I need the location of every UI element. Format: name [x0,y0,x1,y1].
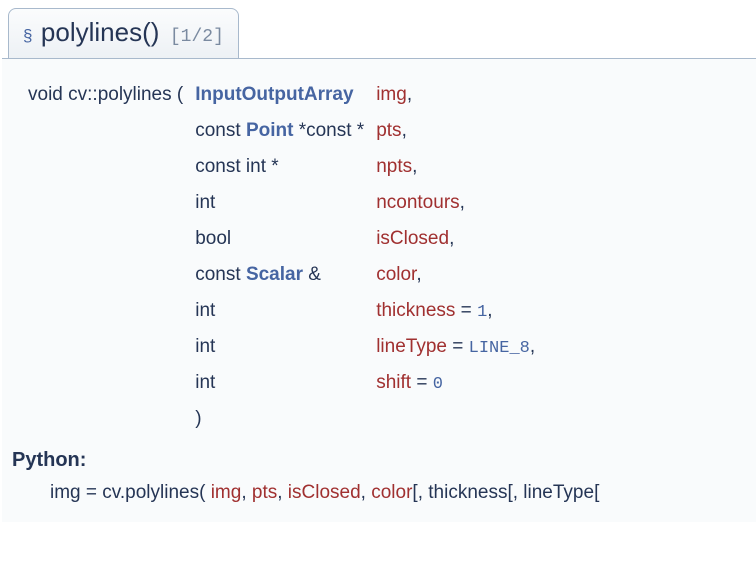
param-name-6: thickness = 1, [370,293,541,329]
param-type-5: const Scalar & [189,257,370,293]
param-type-6: int [189,293,370,329]
param-name-8: shift = 0 [370,365,541,401]
param-name-0: img, [370,77,541,113]
param-type-0: InputOutputArray [189,77,370,113]
overload-indicator: [1/2] [170,27,224,47]
return-and-name: void cv::polylines ( [22,77,189,113]
python-signature: img = cv.polylines( img, pts, isClosed, … [50,482,736,504]
param-type-3: int [189,185,370,221]
signature-panel: void cv::polylines ( InputOutputArray im… [2,58,756,522]
param-type-8: int [189,365,370,401]
param-type-1: const Point *const * [189,113,370,149]
param-name-1: pts, [370,113,541,149]
type-link-point[interactable]: Point [246,120,294,141]
function-name: polylines() [41,17,160,47]
function-tab: § polylines() [1/2] [8,8,239,59]
param-type-2: const int * [189,149,370,185]
param-name-3: ncontours, [370,185,541,221]
cpp-signature-table: void cv::polylines ( InputOutputArray im… [22,77,541,437]
type-link-scalar[interactable]: Scalar [246,264,303,285]
param-name-2: npts, [370,149,541,185]
python-label: Python: [12,449,736,472]
close-paren: ) [189,401,370,437]
param-type-7: int [189,329,370,365]
permalink-icon[interactable]: § [23,26,32,45]
param-name-5: color, [370,257,541,293]
param-type-4: bool [189,221,370,257]
param-name-7: lineType = LINE_8, [370,329,541,365]
type-link-inputoutputarray[interactable]: InputOutputArray [195,84,353,105]
type-link-line8[interactable]: LINE_8 [469,339,530,358]
param-name-4: isClosed, [370,221,541,257]
